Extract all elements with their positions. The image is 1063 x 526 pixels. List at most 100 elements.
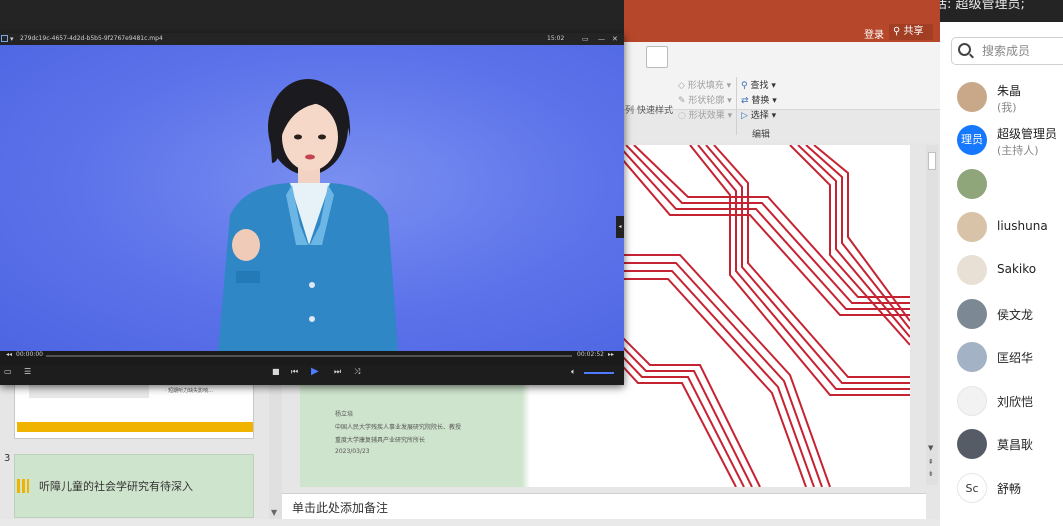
ribbon-group-edit: 编辑 bbox=[752, 130, 771, 140]
shuffle-icon[interactable]: ⤨ bbox=[354, 367, 360, 377]
player-logo-icon bbox=[1, 35, 8, 42]
thumb2-caption: · 短期听力缺失影响... bbox=[165, 388, 213, 394]
shape-fill-button[interactable]: ◇ 形状填充 ▾ bbox=[678, 78, 731, 91]
player-menu-chevron-icon[interactable]: ▾ bbox=[10, 34, 14, 44]
member-role: (我) bbox=[997, 101, 1017, 114]
member-name: 侯文龙 bbox=[997, 308, 1034, 322]
time-total: 00:02:52 bbox=[577, 351, 604, 358]
quick-style-icon[interactable] bbox=[646, 46, 668, 68]
player-side-collapse-icon[interactable]: ◂ bbox=[616, 216, 624, 238]
thumb2-image bbox=[29, 384, 149, 398]
member-name: 超级管理员 bbox=[997, 127, 1058, 141]
player-close-icon[interactable]: ✕ bbox=[612, 34, 618, 44]
player-file-name: 279dc19c-4657-4d2d-b5b5-9f2767e9481c.mp4 bbox=[20, 35, 163, 42]
volume-slider[interactable] bbox=[584, 372, 614, 374]
member-row[interactable] bbox=[940, 165, 1063, 205]
shape-outline-button[interactable]: ✎ 形状轮廓 ▾ bbox=[678, 93, 732, 106]
member-name: liushuna bbox=[997, 219, 1048, 233]
member-role: (主持人) bbox=[997, 144, 1039, 157]
screenshot-icon[interactable]: ▭ bbox=[4, 367, 12, 377]
member-name: 匡绍华 bbox=[997, 351, 1034, 365]
login-link[interactable]: 登录 bbox=[864, 26, 884, 41]
slide-affiliation-1: 中国人民大学残疾人事业发展研究院院长、教授 bbox=[335, 424, 462, 431]
time-current: 00:00:00 bbox=[16, 351, 43, 358]
member-row[interactable]: Sc 舒畅 bbox=[940, 469, 1063, 509]
seek-back-icon[interactable]: ◂◂ bbox=[6, 351, 12, 358]
quick-style-button[interactable]: 快速样式 bbox=[637, 103, 673, 116]
replace-button[interactable]: ⇄ 替换 ▾ bbox=[741, 93, 777, 106]
playlist-icon[interactable]: ☰ bbox=[24, 367, 31, 377]
member-row[interactable]: 刘欣恺 bbox=[940, 382, 1063, 422]
member-name: 刘欣恺 bbox=[997, 395, 1034, 409]
stop-button[interactable]: ■ bbox=[272, 367, 280, 377]
ribbon-col-label[interactable]: 列 bbox=[625, 103, 634, 116]
next-slide-icon[interactable]: ⇟ bbox=[928, 470, 934, 478]
thumb2-yellow-bar bbox=[17, 422, 253, 432]
notes-placeholder[interactable]: 单击此处添加备注 bbox=[292, 499, 388, 516]
member-name: 舒畅 bbox=[997, 482, 1022, 496]
avatar: 理员 bbox=[957, 125, 987, 155]
scroll-down-icon[interactable]: ▼ bbox=[271, 508, 277, 517]
search-icon bbox=[958, 43, 971, 56]
slide-thumbnail-pane: · 短期听力缺失影响... 3 听障儿童的社会学研究有待深入 ▼ bbox=[0, 383, 282, 526]
thumb3-title: 听障儿童的社会学研究有待深入 bbox=[39, 480, 193, 493]
ribbon-separator bbox=[736, 77, 737, 135]
member-name: Sakiko bbox=[997, 262, 1037, 276]
seek-track[interactable] bbox=[46, 355, 572, 357]
shape-effect-button[interactable]: ◌ 形状效果 ▾ bbox=[678, 108, 732, 121]
avatar bbox=[957, 169, 987, 199]
find-button[interactable]: ⚲ 查找 ▾ bbox=[741, 78, 776, 91]
ribbon bbox=[624, 42, 940, 110]
member-row[interactable]: 理员 超级管理员 (主持人) bbox=[940, 121, 1063, 161]
paint-bucket-icon: ◇ bbox=[678, 81, 688, 91]
thumb3-stripe-mark bbox=[17, 479, 29, 493]
slide-number: 3 bbox=[4, 453, 11, 464]
avatar bbox=[957, 299, 987, 329]
avatar: Sc bbox=[957, 473, 987, 503]
member-name: 莫昌耿 bbox=[997, 438, 1034, 452]
thumbnail-scrollbar[interactable] bbox=[269, 383, 282, 526]
slide-author: 杨立培 bbox=[335, 411, 354, 418]
slide-thumbnail-3[interactable]: 听障儿童的社会学研究有待深入 bbox=[14, 454, 254, 518]
scroll-down-arrow-icon[interactable]: ▼ bbox=[928, 444, 933, 452]
share-button[interactable]: ⚲ 共享 bbox=[889, 24, 933, 40]
share-label: 共享 bbox=[903, 26, 924, 37]
avatar bbox=[957, 386, 987, 416]
member-row[interactable]: 匡绍华 bbox=[940, 338, 1063, 378]
member-row[interactable]: 莫昌耿 bbox=[940, 425, 1063, 465]
member-name: 朱晶 bbox=[997, 84, 1022, 98]
slide-date: 2023/03/23 bbox=[335, 448, 370, 455]
player-seekbar-area bbox=[0, 351, 624, 365]
member-search-input[interactable] bbox=[982, 41, 1062, 61]
replace-icon: ⇄ bbox=[741, 96, 752, 106]
previous-button[interactable]: ⏮ bbox=[291, 367, 298, 377]
prev-slide-icon[interactable]: ⇞ bbox=[928, 458, 934, 466]
member-row[interactable]: liushuna bbox=[940, 208, 1063, 248]
effect-icon: ◌ bbox=[678, 111, 689, 121]
play-button[interactable]: ▶ bbox=[311, 366, 319, 378]
avatar-presenter-figure bbox=[218, 79, 398, 351]
member-row[interactable]: Sakiko bbox=[940, 251, 1063, 291]
slide-affiliation-2: 重度大学康复辅具产业研究所所长 bbox=[335, 437, 426, 444]
ppt-title-bar bbox=[624, 0, 940, 24]
pen-icon: ✎ bbox=[678, 96, 689, 106]
slide-thumbnail-2[interactable]: · 短期听力缺失影响... bbox=[14, 383, 254, 439]
member-row[interactable]: 侯文龙 bbox=[940, 295, 1063, 335]
video-player-window: ▾ 279dc19c-4657-4d2d-b5b5-9f2767e9481c.m… bbox=[0, 33, 624, 385]
next-button[interactable]: ⏭ bbox=[334, 367, 341, 377]
scrollbar-thumb[interactable] bbox=[928, 152, 936, 170]
player-minimize-icon[interactable]: — bbox=[598, 34, 605, 44]
cursor-icon: ▷ bbox=[741, 111, 751, 121]
avatar bbox=[957, 429, 987, 459]
person-icon: ⚲ bbox=[893, 26, 904, 37]
select-button[interactable]: ▷ 选择 ▾ bbox=[741, 108, 776, 121]
seek-forward-icon[interactable]: ▸▸ bbox=[608, 351, 614, 358]
avatar bbox=[957, 255, 987, 285]
avatar bbox=[957, 82, 987, 112]
player-pin-icon[interactable]: ▭ bbox=[582, 34, 589, 44]
volume-icon[interactable]: 🔈︎ bbox=[571, 367, 576, 377]
slide-vertical-scrollbar[interactable] bbox=[926, 145, 938, 485]
avatar bbox=[957, 342, 987, 372]
member-row[interactable]: 朱晶 (我) bbox=[940, 78, 1063, 118]
video-frame[interactable]: ➤ bbox=[0, 45, 624, 351]
